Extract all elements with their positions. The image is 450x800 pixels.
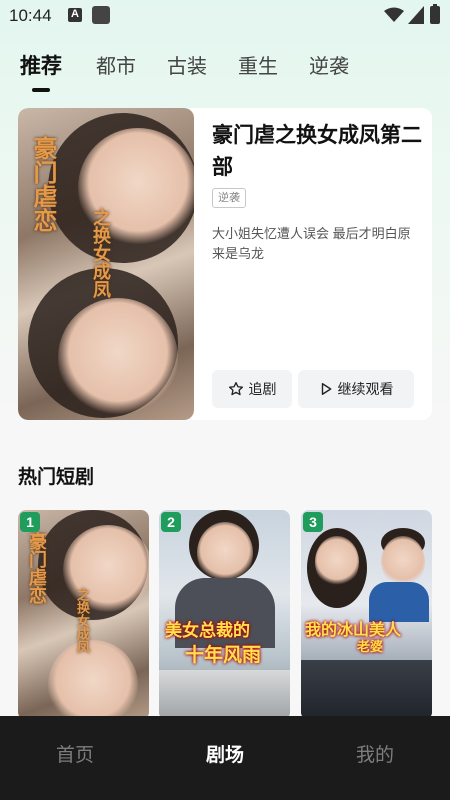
play-icon: [321, 383, 331, 395]
nav-home[interactable]: 首页: [56, 740, 94, 767]
nav-theater[interactable]: 剧场: [206, 740, 244, 767]
featured-title[interactable]: 豪门虐之换女成凤第二部: [212, 120, 422, 184]
hot-dramas-list: 豪门虐恋 之换女成凤 1 美女总裁的 十年风雨 2 我的冰山美人 老婆 3: [18, 510, 432, 720]
card1-face-bottom: [48, 640, 138, 720]
card2-title-line2: 十年风雨: [185, 644, 262, 666]
active-tab-indicator: [32, 88, 50, 92]
card2-title-line1: 美女总裁的: [165, 621, 250, 641]
featured-drama-card[interactable]: 豪门虐恋 之换女成凤 豪门虐之换女成凤第二部 逆袭 大小姐失忆遭人误会 最后才明…: [18, 108, 432, 420]
tab-comeback[interactable]: 逆袭: [309, 50, 349, 79]
tab-rebirth[interactable]: 重生: [238, 50, 278, 79]
tab-recommended[interactable]: 推荐: [20, 50, 62, 80]
rank-badge: 3: [303, 512, 323, 532]
card3-face-woman: [315, 536, 359, 588]
featured-description: 大小姐失忆遭人误会 最后才明白原来是乌龙: [212, 226, 411, 261]
poster-title-sub: 之换女成凤: [90, 208, 111, 298]
signal-icon: [408, 6, 424, 24]
card2-group-scene: [159, 670, 290, 720]
android-notification-icon: [68, 8, 82, 22]
bottom-navigation: 首页 剧场 我的: [0, 716, 450, 800]
nav-mine[interactable]: 我的: [356, 740, 394, 767]
hot-drama-card-1[interactable]: 豪门虐恋 之换女成凤 1: [18, 510, 149, 720]
status-time: 10:44: [9, 6, 52, 25]
continue-watching-button[interactable]: 继续观看: [298, 370, 414, 408]
card1-title-sub: 之换女成凤: [74, 588, 89, 653]
card1-title-main: 豪门虐恋: [26, 532, 47, 604]
app-notification-icon: [92, 6, 110, 24]
rank-badge: 2: [161, 512, 181, 532]
rank-badge: 1: [20, 512, 40, 532]
card3-title-line1: 我的冰山美人: [305, 620, 402, 639]
poster-face-bottom: [58, 298, 178, 418]
poster-title-main: 豪门虐恋: [29, 136, 58, 232]
hot-drama-card-2[interactable]: 美女总裁的 十年风雨 2: [159, 510, 290, 720]
featured-poster[interactable]: 豪门虐恋 之换女成凤: [18, 108, 194, 420]
card2-face: [197, 522, 253, 584]
hot-dramas-title: 热门短剧: [18, 467, 95, 488]
hot-drama-card-3[interactable]: 我的冰山美人 老婆 3: [301, 510, 432, 720]
battery-icon: [430, 4, 440, 24]
star-icon: [228, 382, 243, 396]
follow-button[interactable]: 追剧: [212, 370, 292, 408]
follow-label: 追剧: [248, 381, 277, 397]
card3-title-line2: 老婆: [357, 640, 384, 655]
status-bar: 10:44: [0, 0, 450, 30]
genre-tag: 逆袭: [212, 188, 246, 208]
card3-bodyguards-scene: [301, 660, 432, 720]
continue-label: 继续观看: [337, 381, 394, 397]
card3-face-man: [381, 536, 425, 588]
tab-urban[interactable]: 都市: [96, 50, 136, 79]
featured-info: 豪门虐之换女成凤第二部 逆袭 大小姐失忆遭人误会 最后才明白原来是乌龙 追剧 继…: [212, 108, 422, 420]
wifi-icon: [384, 7, 404, 22]
tab-costume[interactable]: 古装: [167, 50, 207, 79]
